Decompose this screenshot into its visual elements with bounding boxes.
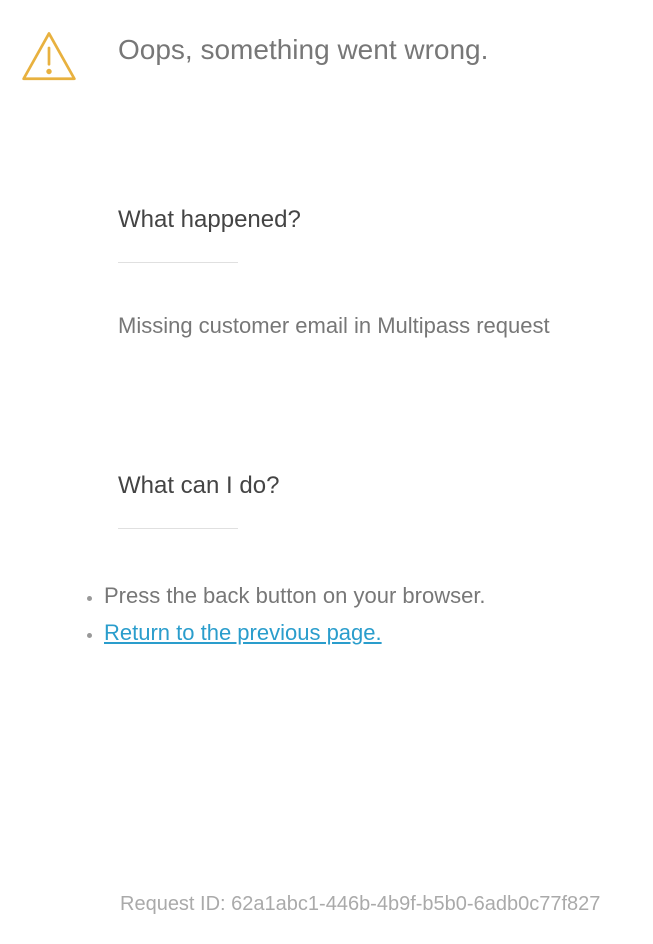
request-id-label: Request ID:	[120, 893, 231, 915]
error-message: Missing customer email in Multipass requ…	[118, 311, 633, 342]
steps-list: Press the back button on your browser. R…	[104, 577, 633, 652]
page-title: Oops, something went wrong.	[118, 34, 633, 66]
divider	[118, 262, 238, 263]
return-link[interactable]: Return to the previous page.	[104, 620, 382, 645]
what-happened-heading: What happened?	[118, 206, 633, 234]
divider	[118, 528, 238, 529]
step-item: Return to the previous page.	[104, 614, 633, 651]
warning-icon	[20, 73, 78, 90]
what-can-i-do-heading: What can I do?	[118, 472, 633, 500]
request-id-footer: Request ID: 62a1abc1-446b-4b9f-b5b0-6adb…	[120, 893, 600, 916]
step-item: Press the back button on your browser.	[104, 577, 633, 614]
request-id-value: 62a1abc1-446b-4b9f-b5b0-6adb0c77f827	[231, 893, 600, 915]
